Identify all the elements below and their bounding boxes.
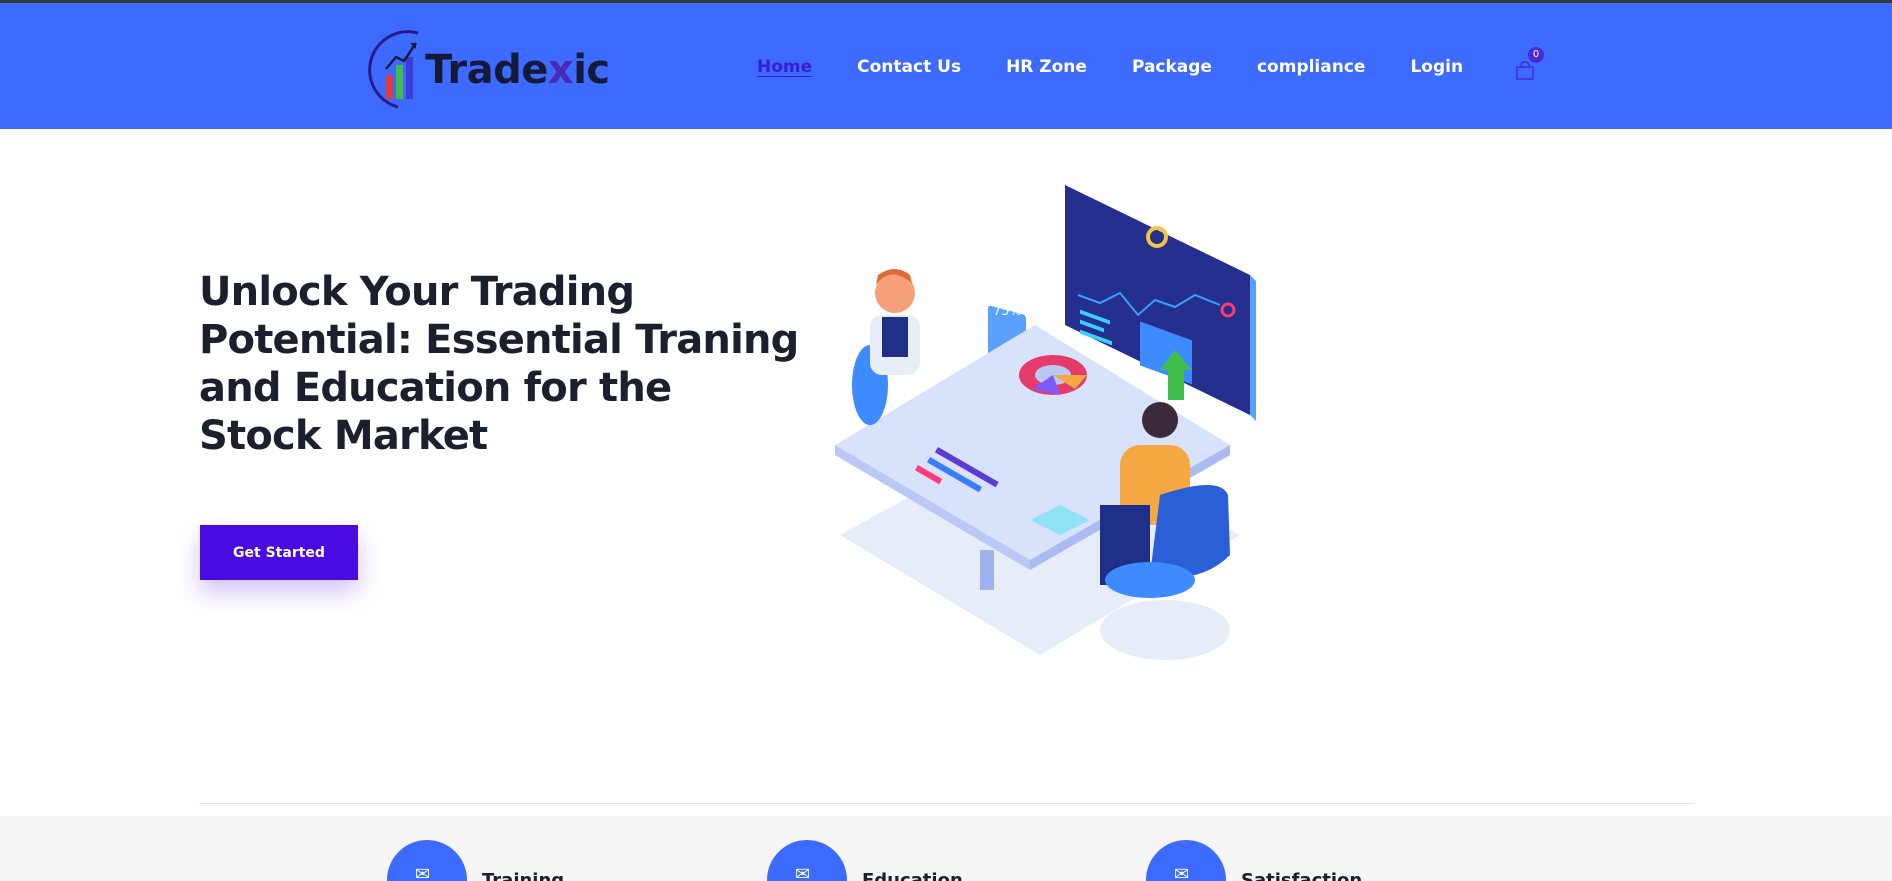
feature-label: Satisfaction xyxy=(1241,870,1363,881)
feature-label: Education xyxy=(862,870,963,881)
monitor-edge xyxy=(1250,275,1256,421)
nav-item-contact-us[interactable]: Contact Us xyxy=(857,57,961,77)
nav-item-home[interactable]: Home xyxy=(757,57,812,77)
envelope-icon: ✉ xyxy=(767,840,847,881)
site-header: Tradexic Home Contact Us HR Zone Package… xyxy=(0,3,1892,129)
table-leg xyxy=(980,550,994,590)
cart-count-badge: 0 xyxy=(1528,47,1544,63)
main-nav: Home Contact Us HR Zone Package complian… xyxy=(757,57,1508,77)
trading-meeting-illustration: 75% xyxy=(835,185,1256,660)
envelope-icon: ✉ xyxy=(387,840,467,881)
nav-item-login[interactable]: Login xyxy=(1410,57,1463,77)
get-started-button[interactable]: Get Started xyxy=(200,525,358,580)
person-right-head xyxy=(1142,402,1178,438)
hero-title: Unlock Your Trading Potential: Essential… xyxy=(199,269,799,459)
percent-label: 75% xyxy=(993,304,1022,319)
envelope-icon: ✉ xyxy=(1146,840,1226,881)
nav-item-package[interactable]: Package xyxy=(1132,57,1212,77)
logo-wordmark: Tradexic xyxy=(425,47,610,93)
nav-item-compliance[interactable]: compliance xyxy=(1257,57,1365,77)
section-divider xyxy=(199,803,1695,804)
nav-item-hr-zone[interactable]: HR Zone xyxy=(1006,57,1087,77)
shopping-bag-icon[interactable] xyxy=(1515,61,1535,81)
features-strip: ✉ Training ✉ Education ✉ Satisfaction xyxy=(0,816,1892,881)
tradexic-logo[interactable]: Tradexic xyxy=(368,29,610,111)
chair-shadow xyxy=(1100,600,1230,660)
feature-label: Training xyxy=(482,870,565,881)
